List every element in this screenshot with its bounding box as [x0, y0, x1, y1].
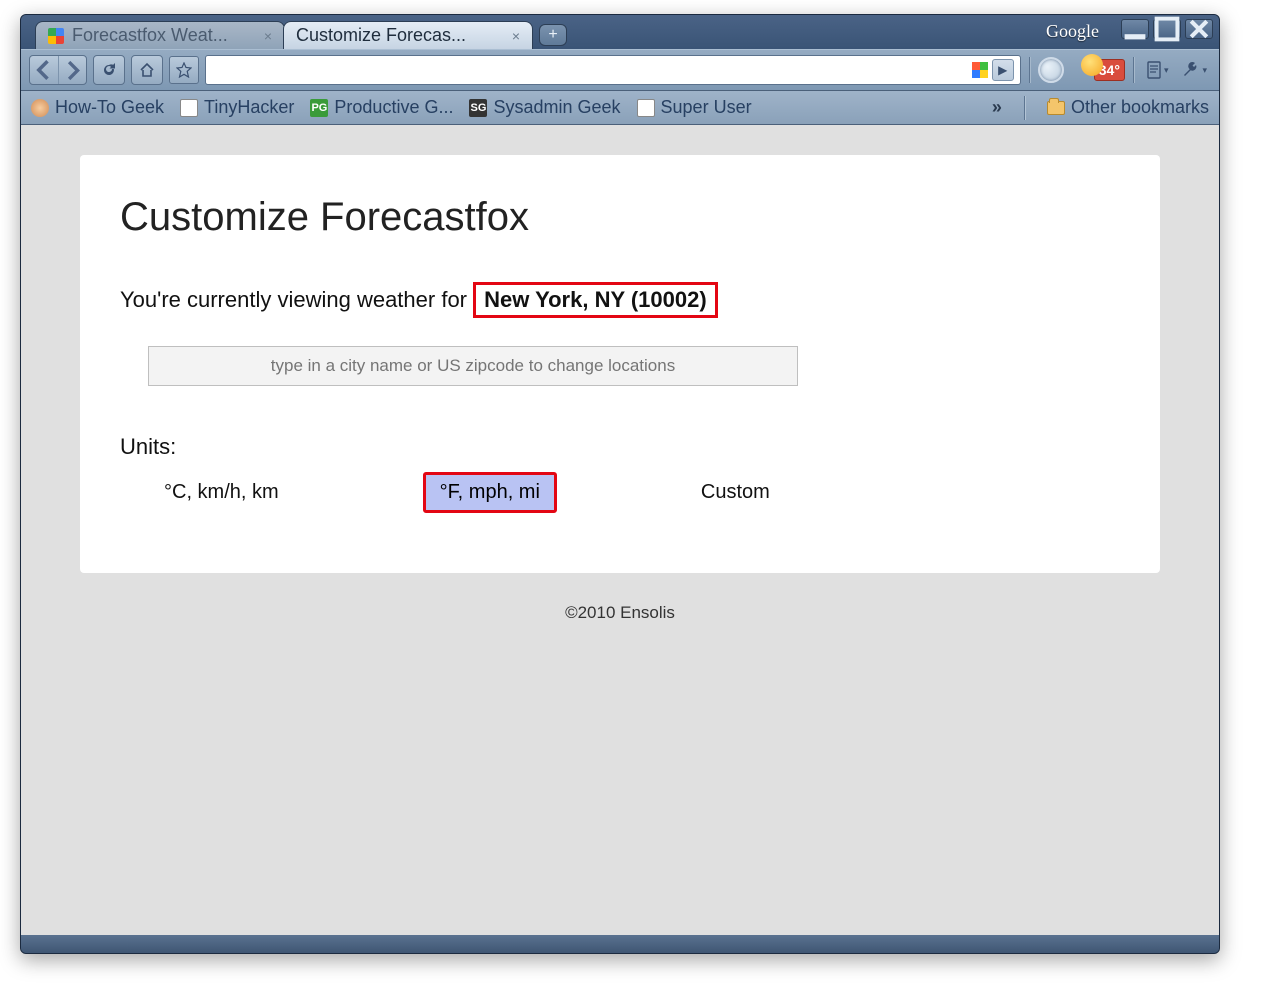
- titlebar: Forecastfox Weat... × Customize Forecas.…: [21, 15, 1219, 49]
- bookmark-item[interactable]: PG Productive G...: [310, 97, 453, 118]
- bookmark-item[interactable]: SG Sysadmin Geek: [469, 97, 620, 118]
- chevron-down-icon: ▾: [1164, 65, 1169, 76]
- separator: [1133, 57, 1134, 83]
- nav-buttons: [29, 55, 87, 85]
- settings-card: Customize Forecastfox You're currently v…: [80, 155, 1160, 573]
- other-bookmarks-button[interactable]: Other bookmarks: [1047, 97, 1209, 118]
- bookmark-icon: PG: [310, 99, 328, 117]
- page-heading: Customize Forecastfox: [120, 195, 1120, 240]
- bookmark-star-button[interactable]: [169, 56, 199, 84]
- bookmark-icon: [180, 99, 198, 117]
- separator: [1024, 96, 1025, 120]
- unit-option-imperial[interactable]: °F, mph, mi: [423, 472, 557, 513]
- units-label: Units:: [120, 434, 1120, 460]
- bookmarks-overflow-button[interactable]: »: [992, 97, 1002, 118]
- tab-title: Forecastfox Weat...: [72, 25, 228, 46]
- weather-badge[interactable]: 34°: [1094, 59, 1125, 81]
- window-bottom-border: [21, 935, 1219, 953]
- go-button[interactable]: ▶: [992, 59, 1014, 81]
- minimize-button[interactable]: [1121, 19, 1149, 39]
- close-icon[interactable]: ×: [264, 28, 272, 44]
- bookmark-label: TinyHacker: [204, 97, 294, 118]
- current-location-value: New York, NY (10002): [473, 282, 718, 318]
- bookmark-label: Super User: [661, 97, 752, 118]
- location-input[interactable]: [148, 346, 798, 386]
- bookmark-label: How-To Geek: [55, 97, 164, 118]
- bookmark-item[interactable]: Super User: [637, 97, 752, 118]
- new-tab-button[interactable]: +: [539, 24, 567, 46]
- temperature-value: 34°: [1099, 62, 1120, 78]
- maximize-button[interactable]: [1153, 19, 1181, 39]
- separator: [1029, 57, 1030, 83]
- page-menu-button[interactable]: ▾: [1142, 61, 1173, 79]
- search-icon[interactable]: [1038, 57, 1064, 83]
- viewing-prefix: You're currently viewing weather for: [120, 287, 473, 312]
- home-button[interactable]: [131, 55, 163, 85]
- unit-option-metric[interactable]: °C, km/h, km: [150, 475, 293, 510]
- toolbar: ▶ 34° ▾ ▾: [21, 49, 1219, 91]
- tab-inactive[interactable]: Forecastfox Weat... ×: [35, 21, 285, 49]
- bookmark-item[interactable]: TinyHacker: [180, 97, 294, 118]
- page-viewport: Customize Forecastfox You're currently v…: [21, 125, 1219, 935]
- forward-button[interactable]: [58, 56, 86, 84]
- address-bar[interactable]: ▶: [205, 55, 1021, 85]
- bookmark-label: Productive G...: [334, 97, 453, 118]
- favicon-icon: [48, 28, 64, 44]
- close-icon[interactable]: ×: [512, 28, 520, 44]
- window-controls: [1121, 19, 1213, 39]
- bookmark-label: Sysadmin Geek: [493, 97, 620, 118]
- wrench-menu-button[interactable]: ▾: [1178, 61, 1211, 79]
- site-icon: [972, 62, 988, 78]
- bookmark-icon: [31, 99, 49, 117]
- chevron-down-icon: ▾: [1202, 65, 1207, 76]
- brand-label: Google: [1046, 21, 1099, 42]
- browser-window: Forecastfox Weat... × Customize Forecas.…: [20, 14, 1220, 954]
- tab-strip: Forecastfox Weat... × Customize Forecas.…: [35, 15, 567, 49]
- folder-icon: [1047, 101, 1065, 115]
- tab-title: Customize Forecas...: [296, 25, 466, 46]
- other-bookmarks-label: Other bookmarks: [1071, 97, 1209, 118]
- window-close-button[interactable]: [1185, 19, 1213, 39]
- bookmark-icon: SG: [469, 99, 487, 117]
- current-location-line: You're currently viewing weather for New…: [120, 282, 1120, 318]
- bookmark-icon: [637, 99, 655, 117]
- bookmark-item[interactable]: How-To Geek: [31, 97, 164, 118]
- bookmarks-bar: How-To Geek TinyHacker PG Productive G..…: [21, 91, 1219, 125]
- tab-active[interactable]: Customize Forecas... ×: [283, 21, 533, 49]
- units-options: °C, km/h, km °F, mph, mi Custom: [120, 472, 1120, 513]
- page-footer: ©2010 Ensolis: [565, 603, 675, 623]
- reload-button[interactable]: [93, 55, 125, 85]
- url-input[interactable]: [214, 62, 972, 79]
- unit-option-custom[interactable]: Custom: [687, 475, 784, 510]
- back-button[interactable]: [30, 56, 58, 84]
